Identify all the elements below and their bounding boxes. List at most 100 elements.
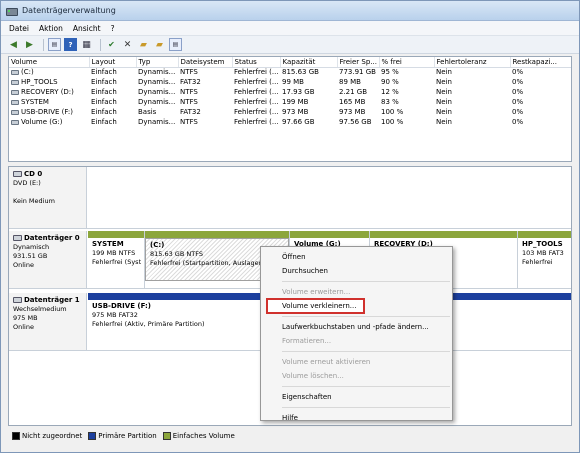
forward-icon[interactable]: ▶ bbox=[23, 38, 36, 51]
column-header[interactable]: Restkapazi... bbox=[510, 57, 571, 68]
table-cell-text: USB-DRIVE (F:) bbox=[21, 108, 73, 116]
table-cell: HP_TOOLS bbox=[9, 77, 89, 87]
menu-item-shrink-volume[interactable]: Volume verkleinern... bbox=[266, 298, 365, 314]
table-cell: 0% bbox=[512, 78, 524, 86]
partition-hptools[interactable]: HP_TOOLS 103 MB FAT3 Fehlerfrei bbox=[518, 231, 571, 288]
table-cell: Dynamis... bbox=[138, 78, 176, 86]
column-header[interactable]: Kapazität bbox=[280, 57, 338, 68]
partition-status: Fehlerfrei (Syst bbox=[92, 258, 142, 266]
menu-item-help[interactable]: Hilfe bbox=[261, 411, 452, 425]
menu-item-extend-volume[interactable]: Volume erweitern... bbox=[261, 285, 452, 299]
table-cell: 2.21 GB bbox=[339, 88, 368, 96]
menu-item-format[interactable]: Formatieren... bbox=[261, 334, 452, 348]
list-icon[interactable]: ▦ bbox=[80, 38, 93, 51]
legend-label: Einfaches Volume bbox=[172, 432, 235, 440]
menu-item-explore[interactable]: Durchsuchen bbox=[261, 264, 452, 278]
volume-table: Volume Layout Typ Dateisystem Status Kap… bbox=[9, 57, 571, 127]
table-cell: 0% bbox=[512, 98, 524, 106]
disk-info-disk1[interactable]: Datenträger 1 Wechselmedium 975 MB Onlin… bbox=[9, 293, 87, 350]
disk-management-window: Datenträgerverwaltung Datei Aktion Ansic… bbox=[0, 0, 580, 453]
disk-size: 975 MB bbox=[13, 314, 38, 322]
table-cell: Einfach bbox=[91, 98, 117, 106]
menu-item-delete-volume[interactable]: Volume löschen... bbox=[261, 369, 452, 383]
disk-name: CD 0 bbox=[24, 170, 43, 178]
menu-help[interactable]: ? bbox=[111, 24, 115, 33]
volume-icon bbox=[11, 99, 19, 105]
menu-item-properties[interactable]: Eigenschaften bbox=[261, 390, 452, 404]
delete-icon[interactable]: ✕ bbox=[121, 38, 134, 51]
disk-info-disk0[interactable]: Datenträger 0 Dynamisch 931.51 GB Online bbox=[9, 231, 87, 288]
menu-item-open[interactable]: Öffnen bbox=[261, 250, 452, 264]
back-icon[interactable]: ◀ bbox=[7, 38, 20, 51]
table-cell: RECOVERY (D:) bbox=[9, 87, 89, 97]
table-row[interactable]: USB-DRIVE (F:) Einfach Basis FAT32 Fehle… bbox=[9, 107, 571, 117]
title-bar: Datenträgerverwaltung bbox=[1, 1, 579, 21]
table-cell: 0% bbox=[512, 118, 524, 126]
volume-list: Volume Layout Typ Dateisystem Status Kap… bbox=[8, 56, 572, 162]
partition-text: HP_TOOLS 103 MB FAT3 Fehlerfrei bbox=[518, 238, 571, 269]
table-cell: Dynamis... bbox=[138, 88, 176, 96]
table-cell: 199 MB bbox=[282, 98, 309, 106]
table-cell: NTFS bbox=[180, 98, 198, 106]
disk-name: Datenträger 0 bbox=[24, 234, 80, 242]
menu-item-reactivate-volume[interactable]: Volume erneut aktivieren bbox=[261, 355, 452, 369]
column-header[interactable]: Layout bbox=[89, 57, 137, 68]
table-cell: Fehlerfrei (... bbox=[234, 68, 279, 77]
folder-icon[interactable]: ▰ bbox=[153, 38, 166, 51]
partition-system[interactable]: SYSTEM 199 MB NTFS Fehlerfrei (Syst bbox=[88, 231, 145, 288]
disk-management-icon bbox=[5, 5, 18, 17]
hard-disk-icon bbox=[13, 235, 22, 241]
table-cell: Fehlerfrei (... bbox=[234, 88, 279, 96]
partition-name: SYSTEM bbox=[92, 240, 124, 248]
table-row[interactable]: SYSTEM Einfach Dynamis... NTFS Fehlerfre… bbox=[9, 97, 571, 107]
table-row[interactable]: (C:) Einfach Dynamis... NTFS Fehlerfrei … bbox=[9, 67, 571, 77]
table-header-row: Volume Layout Typ Dateisystem Status Kap… bbox=[9, 57, 571, 68]
column-header[interactable]: Fehlertoleranz bbox=[434, 57, 511, 68]
table-cell: 773.91 GB bbox=[339, 68, 376, 77]
table-cell: Fehlerfrei (... bbox=[234, 78, 279, 86]
column-header[interactable]: Freier Sp... bbox=[337, 57, 380, 68]
legend-label: Primäre Partition bbox=[98, 432, 157, 440]
table-row[interactable]: RECOVERY (D:) Einfach Dynamis... NTFS Fe… bbox=[9, 87, 571, 97]
legend-label: Nicht zugeordnet bbox=[22, 432, 83, 440]
menu-view[interactable]: Ansicht bbox=[73, 24, 101, 33]
menu-item-change-drive-letter[interactable]: Laufwerkbuchstaben und -pfade ändern... bbox=[261, 320, 452, 334]
table-cell: Einfach bbox=[91, 88, 117, 96]
table-cell: Nein bbox=[436, 118, 452, 126]
table-cell: 95 % bbox=[381, 68, 399, 77]
volume-icon bbox=[11, 109, 19, 115]
volume-icon bbox=[11, 119, 19, 125]
toolbar: ◀ ▶ ▤ ? ▦ ✔ ✕ ▰ ▰ ▤ bbox=[1, 36, 579, 54]
table-cell: NTFS bbox=[180, 68, 198, 77]
column-header[interactable]: Status bbox=[232, 57, 281, 68]
properties-icon[interactable]: ▤ bbox=[169, 38, 182, 51]
open-folder-icon[interactable]: ▰ bbox=[137, 38, 150, 51]
table-cell: NTFS bbox=[180, 118, 198, 126]
refresh-check-icon[interactable]: ✔ bbox=[105, 38, 118, 51]
menu-file[interactable]: Datei bbox=[9, 24, 29, 33]
column-header[interactable]: Volume bbox=[9, 57, 90, 68]
partition-name: HP_TOOLS bbox=[522, 240, 563, 248]
column-header[interactable]: Typ bbox=[136, 57, 179, 68]
table-cell: 99 MB bbox=[282, 78, 304, 86]
table-cell: SYSTEM bbox=[9, 97, 89, 107]
table-cell: Einfach bbox=[91, 68, 117, 77]
table-cell: USB-DRIVE (F:) bbox=[9, 107, 89, 117]
partition-bar bbox=[518, 231, 571, 238]
table-cell-text: RECOVERY (D:) bbox=[21, 88, 74, 96]
menu-separator bbox=[282, 316, 450, 317]
disk-info-cd0[interactable]: CD 0 DVD (E:) Kein Medium bbox=[9, 167, 87, 228]
properties-icon[interactable]: ▤ bbox=[48, 38, 61, 51]
table-row[interactable]: HP_TOOLS Einfach Dynamis... FAT32 Fehler… bbox=[9, 77, 571, 87]
table-cell: 83 % bbox=[381, 98, 399, 106]
legend-swatch bbox=[162, 432, 171, 440]
table-cell: 973 MB bbox=[339, 108, 366, 116]
volume-icon bbox=[11, 69, 19, 75]
table-cell: Nein bbox=[436, 88, 452, 96]
menu-action[interactable]: Aktion bbox=[39, 24, 63, 33]
table-row[interactable]: Volume (G:) Einfach Dynamis... NTFS Fehl… bbox=[9, 117, 571, 127]
help-icon[interactable]: ? bbox=[64, 38, 77, 51]
column-header[interactable]: % frei bbox=[379, 57, 435, 68]
table-cell: FAT32 bbox=[180, 108, 201, 116]
column-header[interactable]: Dateisystem bbox=[178, 57, 233, 68]
